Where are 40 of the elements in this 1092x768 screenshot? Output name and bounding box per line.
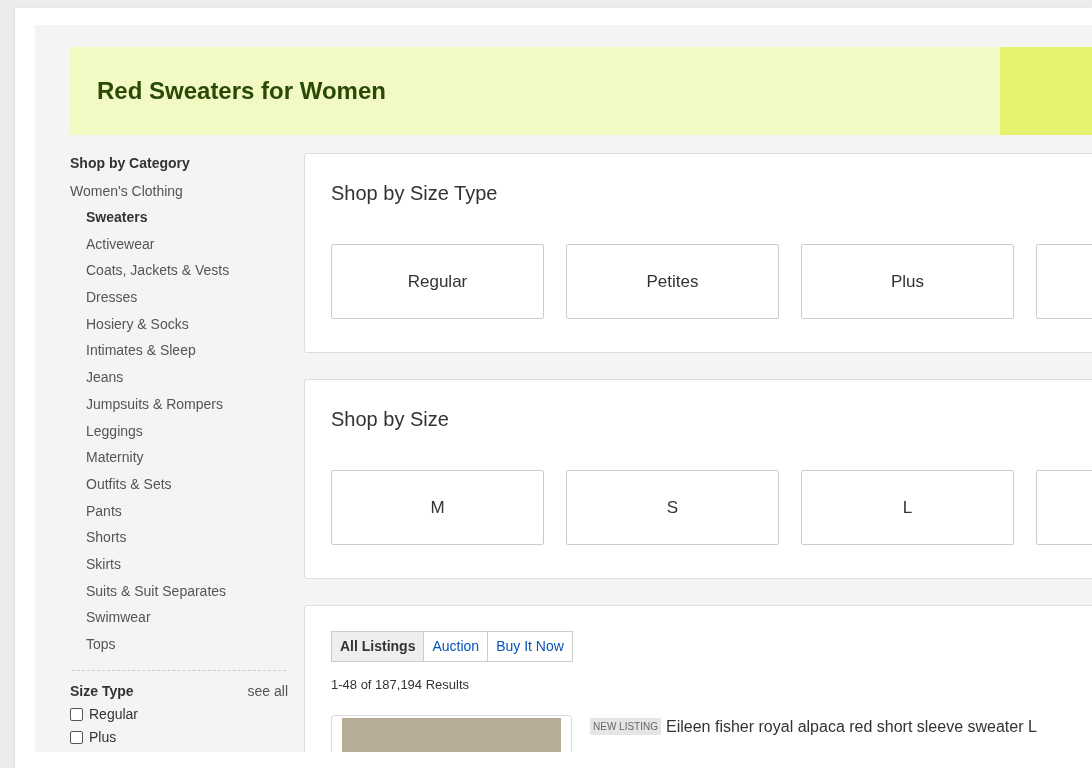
checkbox[interactable] — [70, 708, 83, 721]
category-link[interactable]: Jumpsuits & Rompers — [86, 393, 223, 414]
section-title: Shop by Size Type — [331, 181, 499, 206]
size-option-button[interactable]: M — [331, 470, 544, 545]
category-link[interactable]: Skirts — [86, 553, 121, 574]
category-link[interactable]: Jeans — [86, 367, 124, 388]
category-link[interactable]: Outfits & Sets — [86, 473, 172, 494]
listing-tab[interactable]: Buy It Now — [487, 631, 573, 662]
listing-title-link[interactable]: Eileen fisher royal alpaca red short sleeve sweater L — [666, 714, 1037, 739]
category-link[interactable]: Women's Clothing — [70, 181, 183, 201]
category-link[interactable]: Maternity — [86, 447, 144, 468]
category-link[interactable]: Tops — [86, 634, 116, 654]
see-all-link[interactable]: see all — [247, 681, 288, 702]
page-title: Red Sweaters for Women — [97, 76, 386, 106]
size-option-button[interactable]: L — [801, 470, 1014, 545]
category-link[interactable]: Activewear — [86, 233, 155, 254]
size-option-button[interactable]: S — [566, 470, 779, 545]
filter-heading: Size Type — [70, 682, 134, 701]
category-link[interactable]: Leggings — [86, 420, 143, 441]
size-option-button[interactable]: Petites — [566, 244, 779, 319]
category-link[interactable]: Hosiery & Socks — [86, 313, 189, 334]
category-link[interactable]: Intimates & Sleep — [86, 340, 196, 361]
listing-tab[interactable]: Auction — [423, 631, 489, 662]
filter-checkbox[interactable]: Plus — [70, 727, 117, 748]
category-link[interactable]: Suits & Suit Separates — [86, 580, 227, 601]
checkbox[interactable] — [70, 731, 83, 744]
results-count: 1-48 of 187,194 Results — [331, 676, 470, 694]
listing-tab[interactable]: All Listings — [331, 631, 425, 662]
category-link[interactable]: Pants — [86, 500, 122, 521]
category-link[interactable]: Coats, Jackets & Vests — [86, 260, 230, 281]
category-link[interactable]: Sweaters — [86, 207, 148, 227]
size-option-button[interactable]: Regular — [331, 244, 544, 319]
sidebar-heading: Shop by Category — [70, 154, 191, 173]
new-listing-badge: NEW LISTING — [590, 717, 661, 735]
category-link[interactable]: Shorts — [86, 527, 127, 548]
category-link[interactable]: Swimwear — [86, 607, 151, 628]
section-title: Shop by Size — [331, 407, 450, 432]
filter-checkbox[interactable]: Regular — [70, 704, 139, 725]
category-link[interactable]: Dresses — [86, 287, 138, 308]
size-option-button[interactable]: Plus — [801, 244, 1014, 319]
